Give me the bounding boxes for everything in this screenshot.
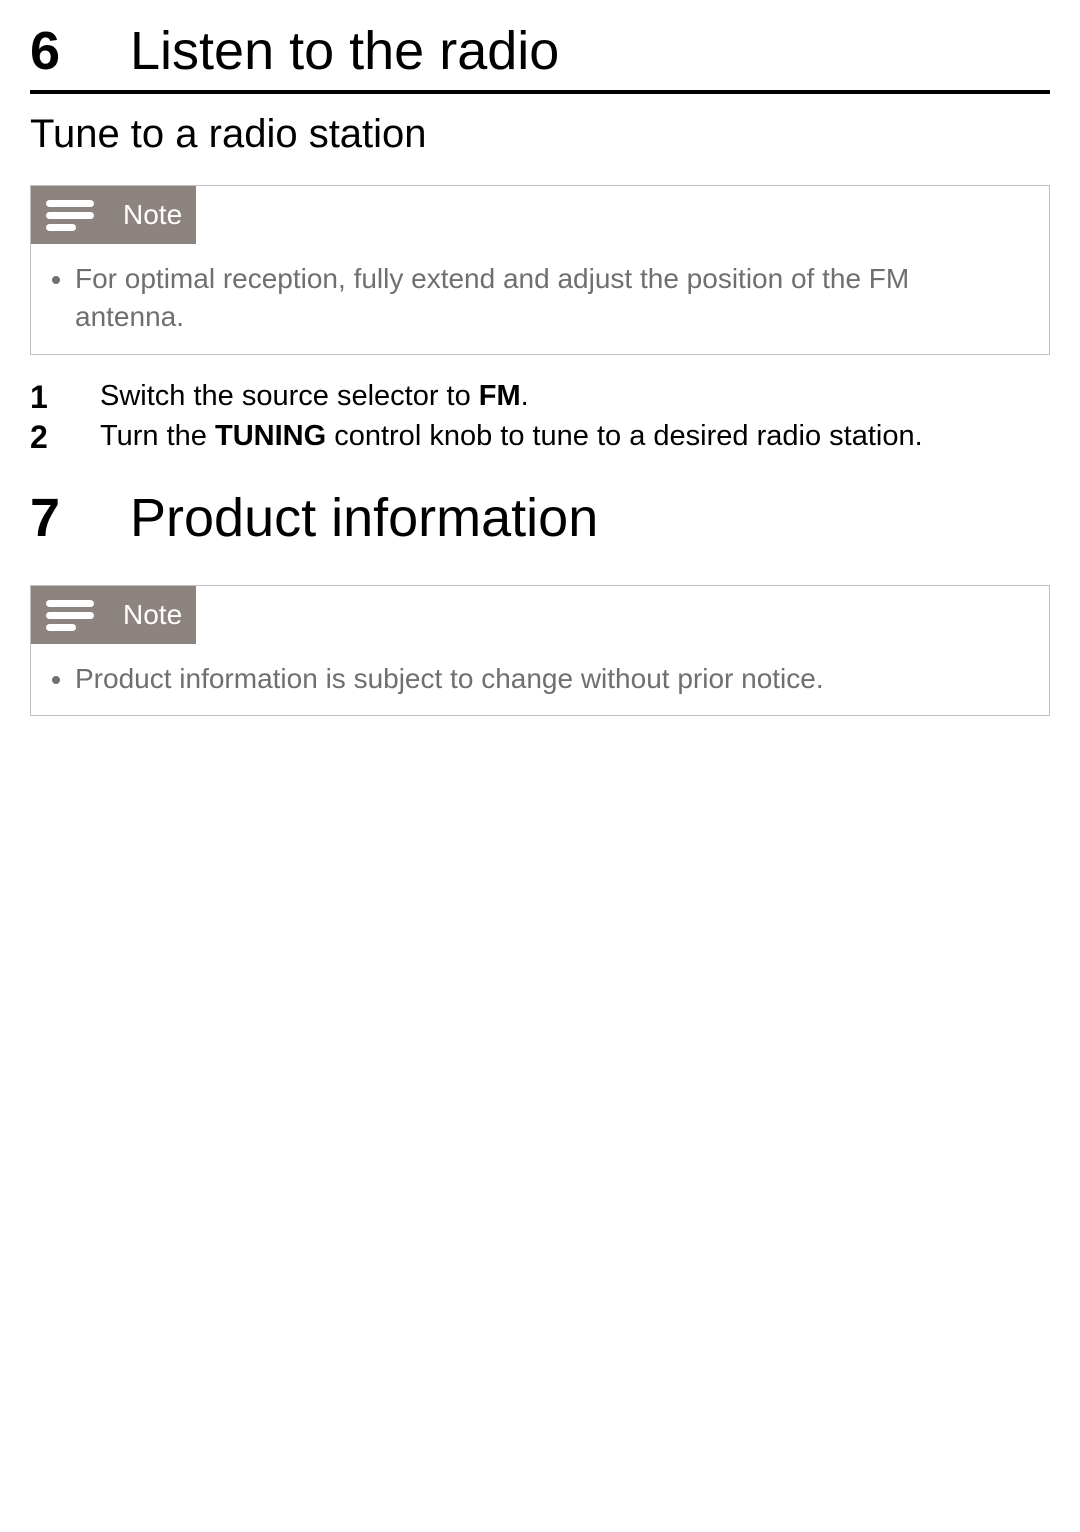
section-title: Listen to the radio: [130, 20, 559, 82]
section-title: Product information: [130, 487, 598, 549]
step-number: 1: [30, 377, 100, 417]
section-heading-6: 6 Listen to the radio: [30, 20, 1050, 82]
step-1: 1 Switch the source selector to FM.: [30, 377, 1050, 417]
note-label: Note: [109, 586, 196, 644]
step-text: Turn the TUNING control knob to tune to …: [100, 417, 923, 456]
note-body: For optimal reception, fully extend and …: [31, 244, 1049, 354]
note-icon: [31, 186, 109, 244]
section-number: 7: [30, 487, 130, 549]
note-icon: [31, 586, 109, 644]
step-2: 2 Turn the TUNING control knob to tune t…: [30, 417, 1050, 457]
note-box: Note Product information is subject to c…: [30, 585, 1050, 717]
note-item: For optimal reception, fully extend and …: [75, 260, 1025, 336]
note-box: Note For optimal reception, fully extend…: [30, 185, 1050, 355]
step-text-bold: FM: [479, 380, 521, 412]
step-text-pre: Turn the: [100, 420, 215, 452]
note-body: Product information is subject to change…: [31, 644, 1049, 716]
section-number: 6: [30, 20, 130, 82]
section-heading-7: 7 Product information: [30, 487, 1050, 549]
note-item: Product information is subject to change…: [75, 660, 1025, 698]
note-header: Note: [31, 586, 1049, 644]
note-lines-icon: [44, 196, 96, 234]
step-text-bold: TUNING: [215, 420, 326, 452]
step-text-pre: Switch the source selector to: [100, 380, 479, 412]
note-header: Note: [31, 186, 1049, 244]
step-text-post: .: [521, 380, 529, 412]
note-lines-icon: [44, 596, 96, 634]
note-label: Note: [109, 186, 196, 244]
subsection-title: Tune to a radio station: [30, 112, 1050, 157]
page: 6 Listen to the radio Tune to a radio st…: [0, 0, 1080, 716]
step-text: Switch the source selector to FM.: [100, 377, 529, 416]
steps-list: 1 Switch the source selector to FM. 2 Tu…: [30, 377, 1050, 457]
section-rule: [30, 90, 1050, 94]
step-number: 2: [30, 417, 100, 457]
step-text-post: control knob to tune to a desired radio …: [326, 420, 922, 452]
